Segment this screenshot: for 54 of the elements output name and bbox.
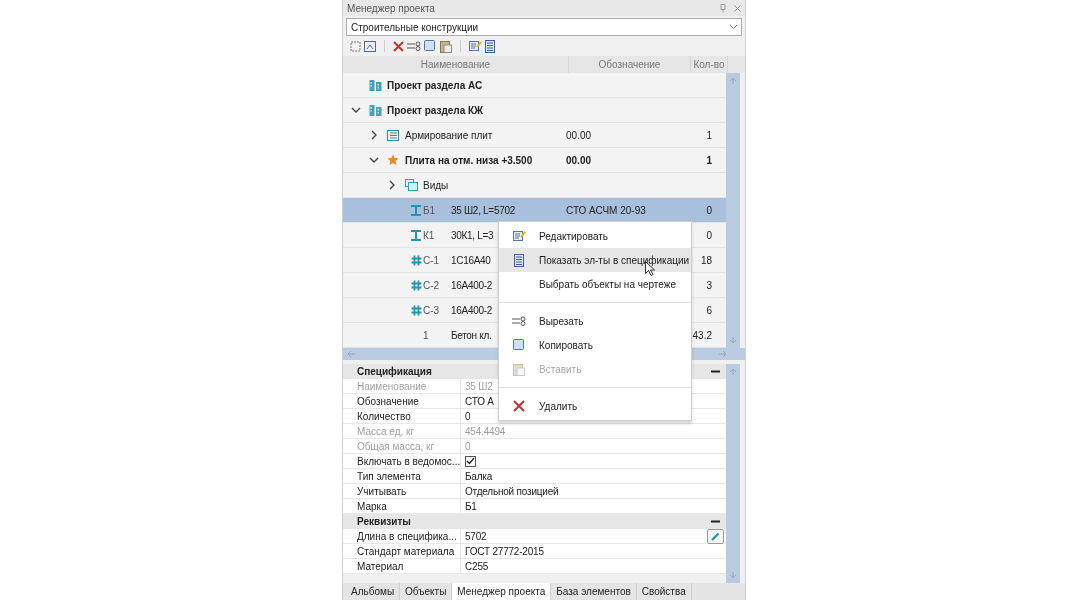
property-value: С255 (465, 559, 489, 574)
property-label: Стандарт материала (357, 544, 456, 559)
item-name: Виды (423, 178, 449, 193)
item-name: Бетон кл. (451, 328, 492, 343)
property-value: Балка (465, 469, 493, 484)
item-name: Плита на отм. низа +3.500 (405, 153, 533, 168)
property-value: 0 (465, 409, 471, 424)
property-label: Масса ед, кг (357, 424, 416, 439)
item-name: 30К1, L=3 (451, 228, 494, 243)
property-label: Количество (357, 409, 412, 424)
item-name: 35 Ш2, L=5702 (451, 203, 515, 218)
section-title: Спецификация (357, 365, 432, 379)
item-name: Проект раздела АС (387, 78, 483, 93)
property-label: Длина в специфика... (357, 529, 458, 544)
property-label: Общая масса, кг (357, 439, 436, 454)
section-title: Реквизиты (357, 515, 411, 529)
property-value: ГОСТ 27772-2015 (465, 544, 544, 559)
item-name: 1С16А40 (451, 253, 491, 268)
item-designation: СТО АСЧМ 20-93 (566, 204, 646, 216)
property-value: 35 Ш2 (465, 379, 493, 394)
item-quantity: 1 (706, 153, 712, 168)
item-designation: 00.00 (566, 129, 592, 141)
item-quantity: 6 (706, 303, 712, 318)
property-value: Отдельной позицией (465, 484, 559, 499)
item-mark: С-1 (423, 253, 441, 268)
property-label: Тип элемента (357, 469, 422, 484)
item-quantity: 1 (706, 128, 712, 143)
property-label: Материал (357, 559, 405, 574)
item-quantity: 3 (706, 278, 712, 293)
property-value: СТО А (465, 394, 494, 409)
item-designation: 00.00 (566, 154, 592, 166)
property-label: Наименование (357, 379, 428, 394)
item-quantity: 0 (706, 228, 712, 243)
item-mark: С-2 (423, 278, 441, 293)
property-value: 5702 (465, 529, 487, 544)
window-title: Менеджер проекта (347, 1, 435, 16)
property-value: Б1 (465, 499, 477, 514)
property-label: Включать в ведомос... (357, 454, 460, 469)
property-label: Обозначение (357, 394, 420, 409)
item-mark: С-3 (423, 303, 441, 318)
property-value: 454.4494 (465, 424, 506, 439)
item-mark: 1 (423, 328, 430, 343)
item-name: Армирование плит (405, 128, 493, 143)
item-quantity: 0 (706, 203, 712, 218)
item-mark: К1 (423, 228, 436, 243)
property-label: Учитывать (357, 484, 408, 499)
item-quantity: 43.2 (692, 328, 712, 343)
property-label: Марка (357, 499, 388, 514)
item-name: 16А400-2 (451, 303, 492, 318)
item-mark: Б1 (423, 203, 437, 218)
item-quantity: 18 (700, 253, 712, 268)
property-value: 0 (465, 439, 471, 454)
item-name: Проект раздела КЖ (387, 103, 484, 118)
item-name: 16А400-2 (451, 278, 492, 293)
